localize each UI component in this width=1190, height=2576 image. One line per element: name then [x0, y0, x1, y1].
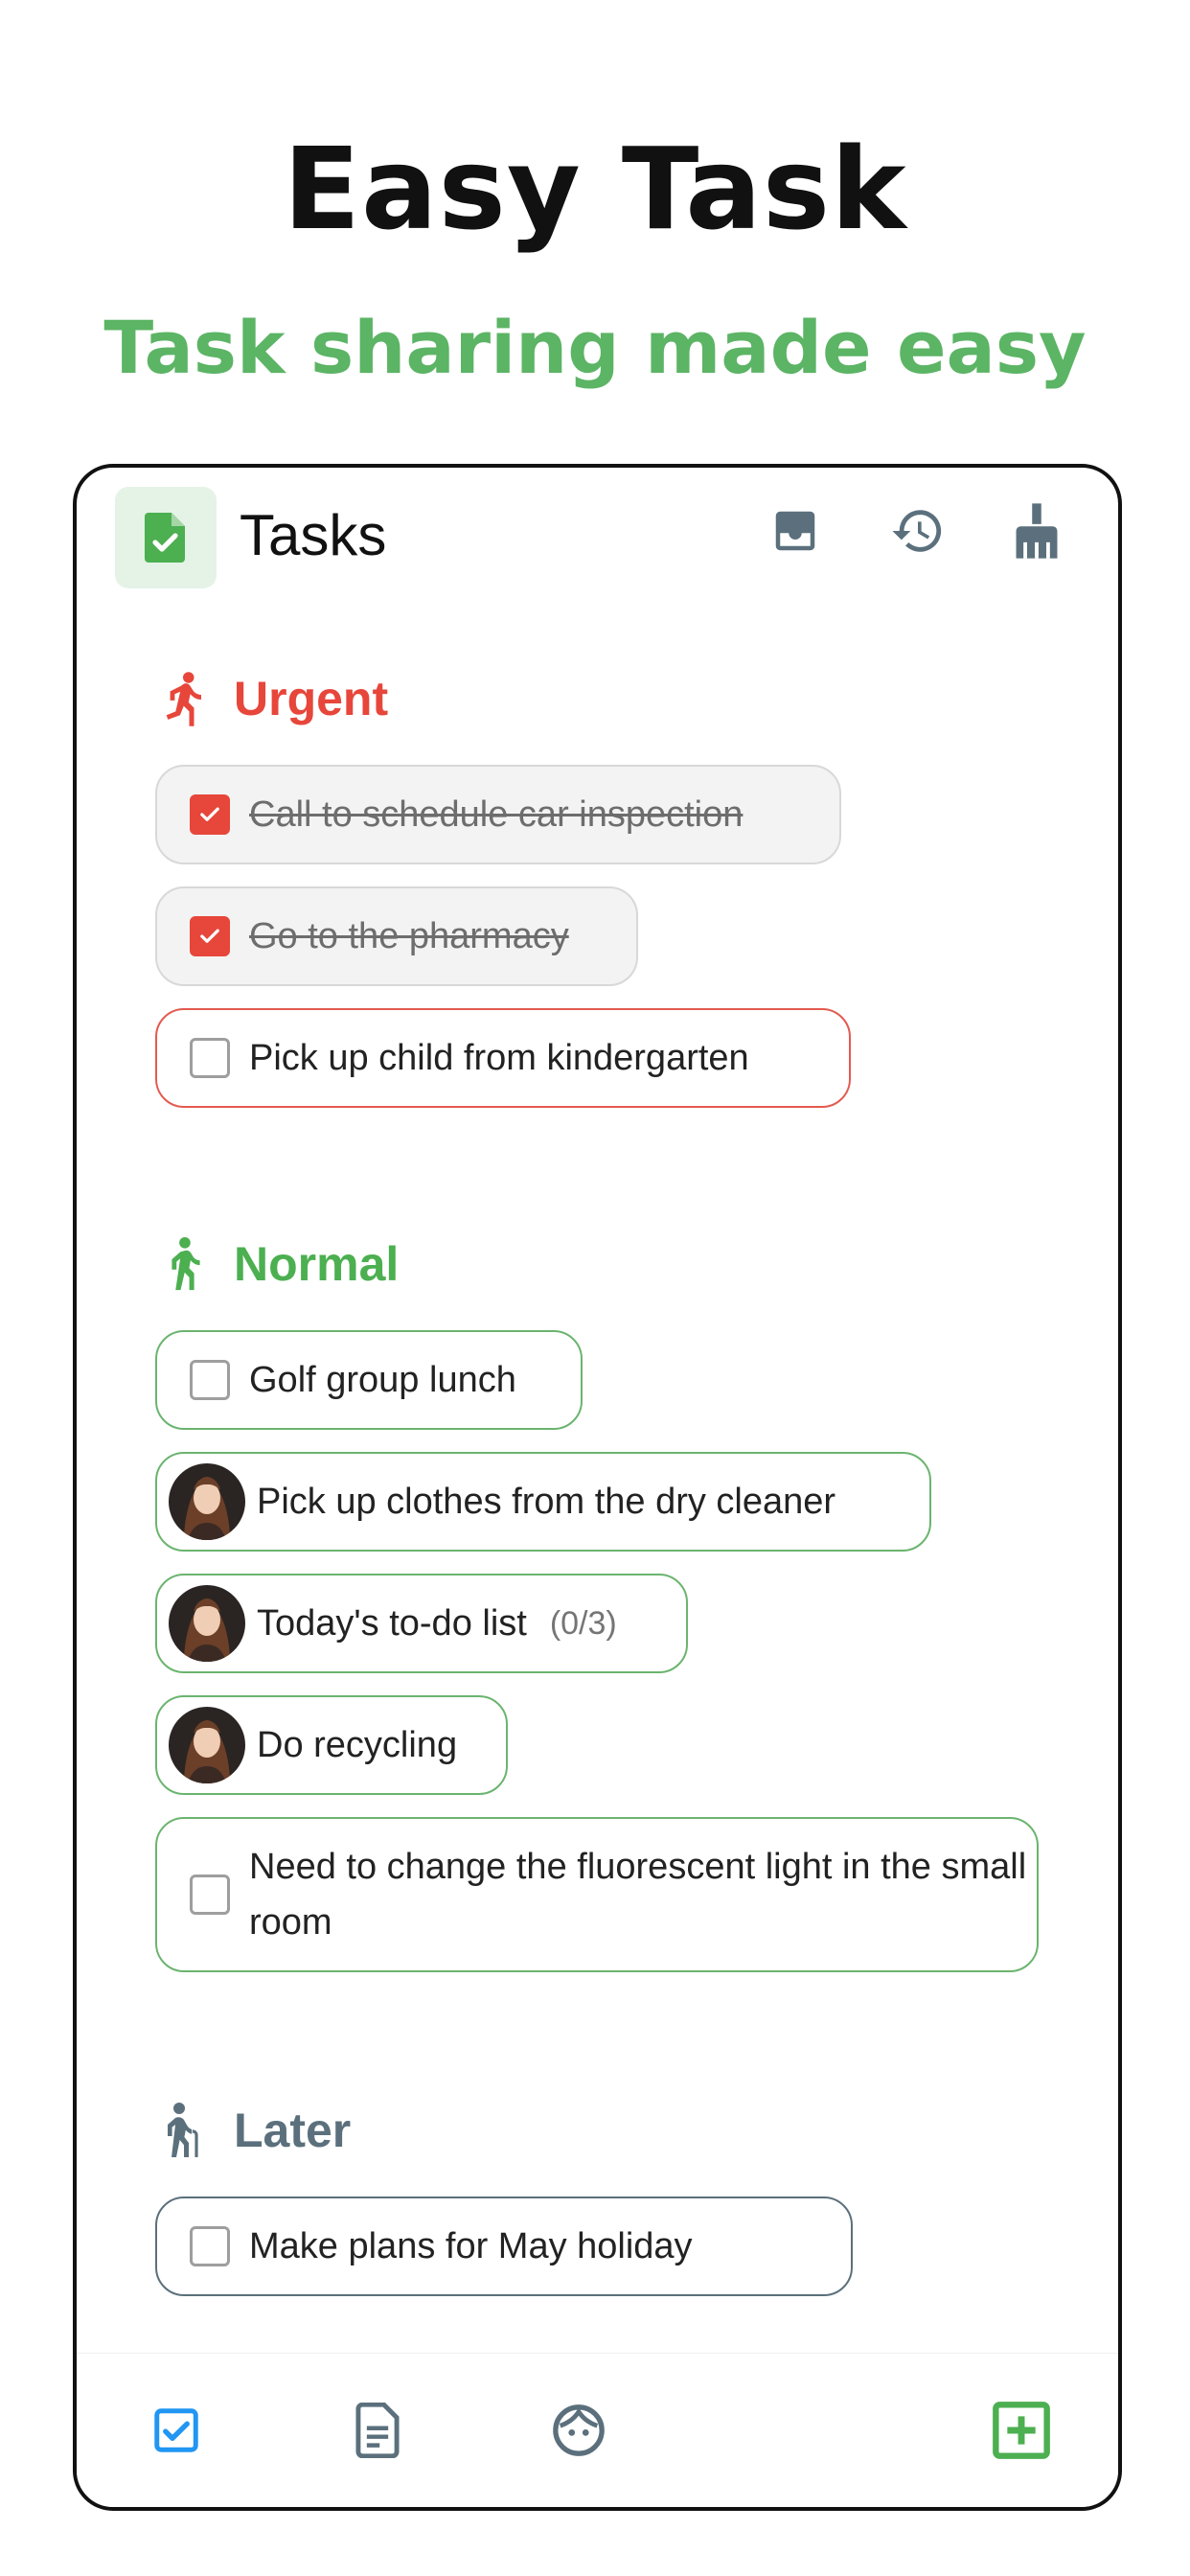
task-text: Go to the pharmacy [249, 915, 569, 956]
history-icon[interactable] [889, 502, 947, 560]
inbox-icon[interactable] [767, 502, 824, 560]
section-urgent-header: Urgent [159, 669, 388, 728]
running-person-icon [159, 669, 207, 728]
task-text: Do recycling [257, 1724, 458, 1765]
avatar [169, 1707, 245, 1783]
task-text: Golf group lunch [249, 1359, 516, 1400]
subtask-count: (0/3) [549, 1604, 617, 1642]
task-text: Pick up child from kindergarten [249, 1037, 749, 1078]
checkbox[interactable] [190, 1038, 230, 1078]
checkbox-checked[interactable] [190, 916, 230, 956]
section-label: Normal [234, 1237, 400, 1291]
task-chip[interactable]: Call to schedule car inspection [155, 765, 841, 864]
task-chip[interactable]: Golf group lunch [155, 1330, 583, 1430]
task-file-icon [115, 487, 217, 588]
hero-subtitle: Task sharing made easy [103, 305, 1087, 390]
hero-title: Easy Task [283, 123, 907, 255]
task-chip[interactable]: Pick up child from kindergarten [155, 1008, 851, 1108]
checkbox[interactable] [190, 1874, 230, 1915]
task-text: Pick up clothes from the dry cleaner [257, 1481, 836, 1522]
notes-icon[interactable] [347, 2400, 408, 2461]
walking-person-icon [159, 1234, 207, 1294]
task-chip[interactable]: Do recycling [155, 1695, 508, 1795]
task-text: Make plans for May holiday [249, 2225, 693, 2266]
task-text: Today's to-do list [257, 1602, 527, 1644]
face-icon[interactable] [548, 2400, 609, 2461]
avatar [169, 1463, 245, 1540]
task-chip[interactable]: Today's to-do list (0/3) [155, 1574, 688, 1673]
section-later-header: Later [159, 2101, 351, 2160]
task-chip[interactable]: Need to change the fluorescent light in … [155, 1817, 1039, 1972]
task-chip[interactable]: Go to the pharmacy [155, 886, 638, 986]
task-chip[interactable]: Pick up clothes from the dry cleaner [155, 1452, 931, 1552]
app-header: Tasks [77, 468, 1118, 592]
elderly-person-icon [159, 2101, 207, 2160]
checkbox-checked[interactable] [190, 794, 230, 835]
section-label: Later [234, 2104, 352, 2157]
task-text: Call to schedule car inspection [249, 794, 744, 835]
checkbox[interactable] [190, 2226, 230, 2266]
task-text: Need to change the fluorescent light in … [249, 1847, 1027, 1943]
checkbox[interactable] [190, 1360, 230, 1400]
task-chip[interactable]: Make plans for May holiday [155, 2196, 853, 2296]
page-title: Tasks [240, 503, 387, 567]
section-normal-header: Normal [159, 1234, 399, 1294]
bottom-nav [77, 2353, 1118, 2507]
avatar [169, 1585, 245, 1662]
section-label: Urgent [234, 672, 389, 725]
tasks-checkbox-icon[interactable] [146, 2400, 207, 2461]
phone-frame: Tasks Urgent Call to schedule car inspec… [73, 464, 1122, 2511]
add-box-icon[interactable] [991, 2400, 1052, 2461]
broom-icon[interactable] [1008, 502, 1065, 560]
